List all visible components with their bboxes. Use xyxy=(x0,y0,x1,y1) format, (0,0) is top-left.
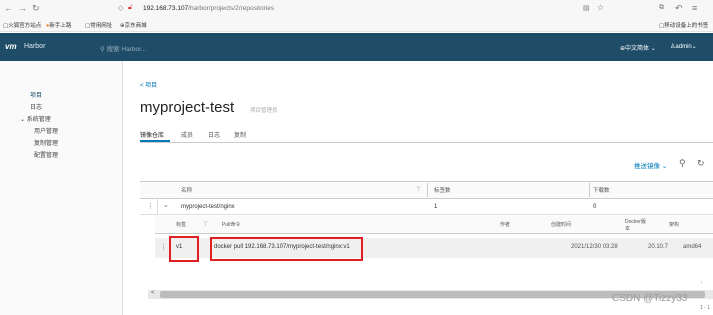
search-icon: ⚲ xyxy=(100,46,107,53)
url-host: 192.168.73.107 xyxy=(143,5,189,12)
row-actions-icon[interactable]: ⋮ xyxy=(160,243,167,251)
repo-col-tags[interactable]: 标签数 xyxy=(434,186,451,194)
tab-replication[interactable]: 复制 xyxy=(234,130,246,139)
search-icon[interactable]: ⚲ xyxy=(679,158,686,169)
reload-icon[interactable]: ↻ xyxy=(32,3,40,14)
tag-created: 2021/12/30 03:28 xyxy=(571,244,618,250)
chevron-down-icon: ⌄ xyxy=(660,163,668,170)
repo-pull-count: 0 xyxy=(593,204,597,210)
vm-logo: vm xyxy=(5,42,17,51)
tag-arch: amd64 xyxy=(683,244,702,250)
tag-col-arch[interactable]: 架构 xyxy=(669,221,679,228)
tag-docker-version: 20.10.7 xyxy=(648,244,669,250)
address-bar[interactable]: 192.168.73.107/harbor/projects/2/reposit… xyxy=(143,5,274,12)
role-label: 项目管理员 xyxy=(250,108,278,114)
bookmark-newbie[interactable]: ●新手上路 xyxy=(46,21,71,29)
watermark: CSDN @Tizzy33 xyxy=(612,293,688,304)
chevron-down-icon: ⌄ xyxy=(649,46,656,52)
back-arrow-icon[interactable]: ← xyxy=(4,3,13,13)
global-search[interactable]: ⚲ 搜索 Harbor... xyxy=(100,43,146,53)
language-selector[interactable]: ⊕中文简体 ⌄ xyxy=(620,43,656,52)
extensions-icon[interactable]: ⧉ xyxy=(659,4,664,12)
filter-icon[interactable]: ⊤ xyxy=(203,221,208,228)
tag-col-tag[interactable]: 标签 xyxy=(176,221,186,228)
sidebar-group-label: 系统管理 xyxy=(26,117,51,123)
forward-arrow-icon[interactable]: → xyxy=(18,3,27,13)
bookmarks-bar: ▢火狐官方站点 ●新手上路 ▢常用网址 ⊕京东商城 ▢移动设备上的书签 xyxy=(0,19,713,32)
tag-col-author[interactable]: 作者 xyxy=(500,221,510,228)
sidebar-item-config[interactable]: 配置管理 xyxy=(34,150,58,159)
repo-tag-count: 1 xyxy=(434,204,438,210)
sidebar-item-replication[interactable]: 复制管理 xyxy=(34,138,58,147)
sidebar-group-admin[interactable]: ⌄ 系统管理 xyxy=(20,114,51,123)
search-placeholder: 搜索 Harbor... xyxy=(106,46,147,53)
sidebar-item-projects[interactable]: 项目 xyxy=(30,90,42,99)
sidebar-item-logs[interactable]: 日志 xyxy=(30,102,42,111)
bookmark-jd[interactable]: ⊕京东商城 xyxy=(120,21,147,29)
col-divider xyxy=(589,183,590,197)
user-name: admin xyxy=(675,44,692,50)
tag-col-created[interactable]: 创建时间 xyxy=(551,221,571,228)
reader-icon[interactable]: ▤ xyxy=(583,4,590,12)
tab-logs[interactable]: 日志 xyxy=(208,130,220,139)
repo-col-name[interactable]: 名称 xyxy=(181,186,192,194)
back-link[interactable]: < 项目 xyxy=(140,80,157,89)
bookmark-common[interactable]: ▢常用网址 xyxy=(85,21,112,29)
repo-col-pulls[interactable]: 下载数 xyxy=(593,186,610,194)
col-divider xyxy=(157,199,158,215)
url-path: /harbor/projects/2/repositories xyxy=(188,5,275,12)
highlight-box-pull xyxy=(210,237,363,261)
language-label: 中文简体 xyxy=(625,46,650,52)
row-actions-icon[interactable]: ⋮ xyxy=(147,202,154,210)
sidebar: 项目 日志 ⌄ 系统管理 用户管理 复制管理 配置管理 xyxy=(0,61,123,315)
product-name[interactable]: Harbor xyxy=(24,43,45,50)
tab-repositories[interactable]: 镜像仓库 xyxy=(140,130,164,139)
shield-icon[interactable]: ◇ xyxy=(118,4,123,12)
tag-col-pull[interactable]: Pull命令 xyxy=(222,221,240,228)
chevron-down-icon[interactable]: ⌄ xyxy=(163,201,169,209)
filter-icon[interactable]: ⊤ xyxy=(416,186,421,193)
push-image-button[interactable]: 推送镜像 ⌄ xyxy=(634,160,667,170)
highlight-box-tag xyxy=(169,236,199,262)
refresh-icon[interactable]: ↻ xyxy=(697,158,705,169)
sidebar-item-users[interactable]: 用户管理 xyxy=(34,126,58,135)
pager-top: ↑ xyxy=(700,280,703,286)
repo-name[interactable]: myproject-test/nginx xyxy=(181,204,235,210)
app-header: vm Harbor ⚲ 搜索 Harbor... ⊕中文简体 ⌄ ♙admin⌄ xyxy=(0,33,713,61)
push-image-label: 推送镜像 xyxy=(634,163,660,170)
chevron-down-icon: ⌄ xyxy=(20,117,27,123)
page-title: myproject-test xyxy=(140,99,235,116)
bookmark-firefox[interactable]: ▢火狐官方站点 xyxy=(3,21,41,29)
star-icon[interactable]: ☆ xyxy=(597,3,604,12)
tab-members[interactable]: 成员 xyxy=(181,130,193,139)
bookmark-mobile[interactable]: ▢移动设备上的书签 xyxy=(659,21,708,29)
tab-divider xyxy=(140,142,713,143)
lock-icon[interactable]: 🔓︎ xyxy=(128,4,133,12)
undo-icon[interactable]: ↶ xyxy=(675,3,683,14)
user-menu[interactable]: ♙admin⌄ xyxy=(670,43,697,50)
browser-toolbar: ← → ↻ ◇ 🔓︎ 192.168.73.107/harbor/project… xyxy=(0,0,713,19)
col-divider xyxy=(427,183,428,197)
menu-icon[interactable]: ≡ xyxy=(692,3,697,13)
scroll-left-icon[interactable]: < xyxy=(151,290,155,296)
pager-text: 1 - 1 xyxy=(700,305,711,311)
chevron-down-icon: ⌄ xyxy=(691,44,697,50)
tag-col-docker[interactable]: Docker版本 xyxy=(625,219,647,233)
